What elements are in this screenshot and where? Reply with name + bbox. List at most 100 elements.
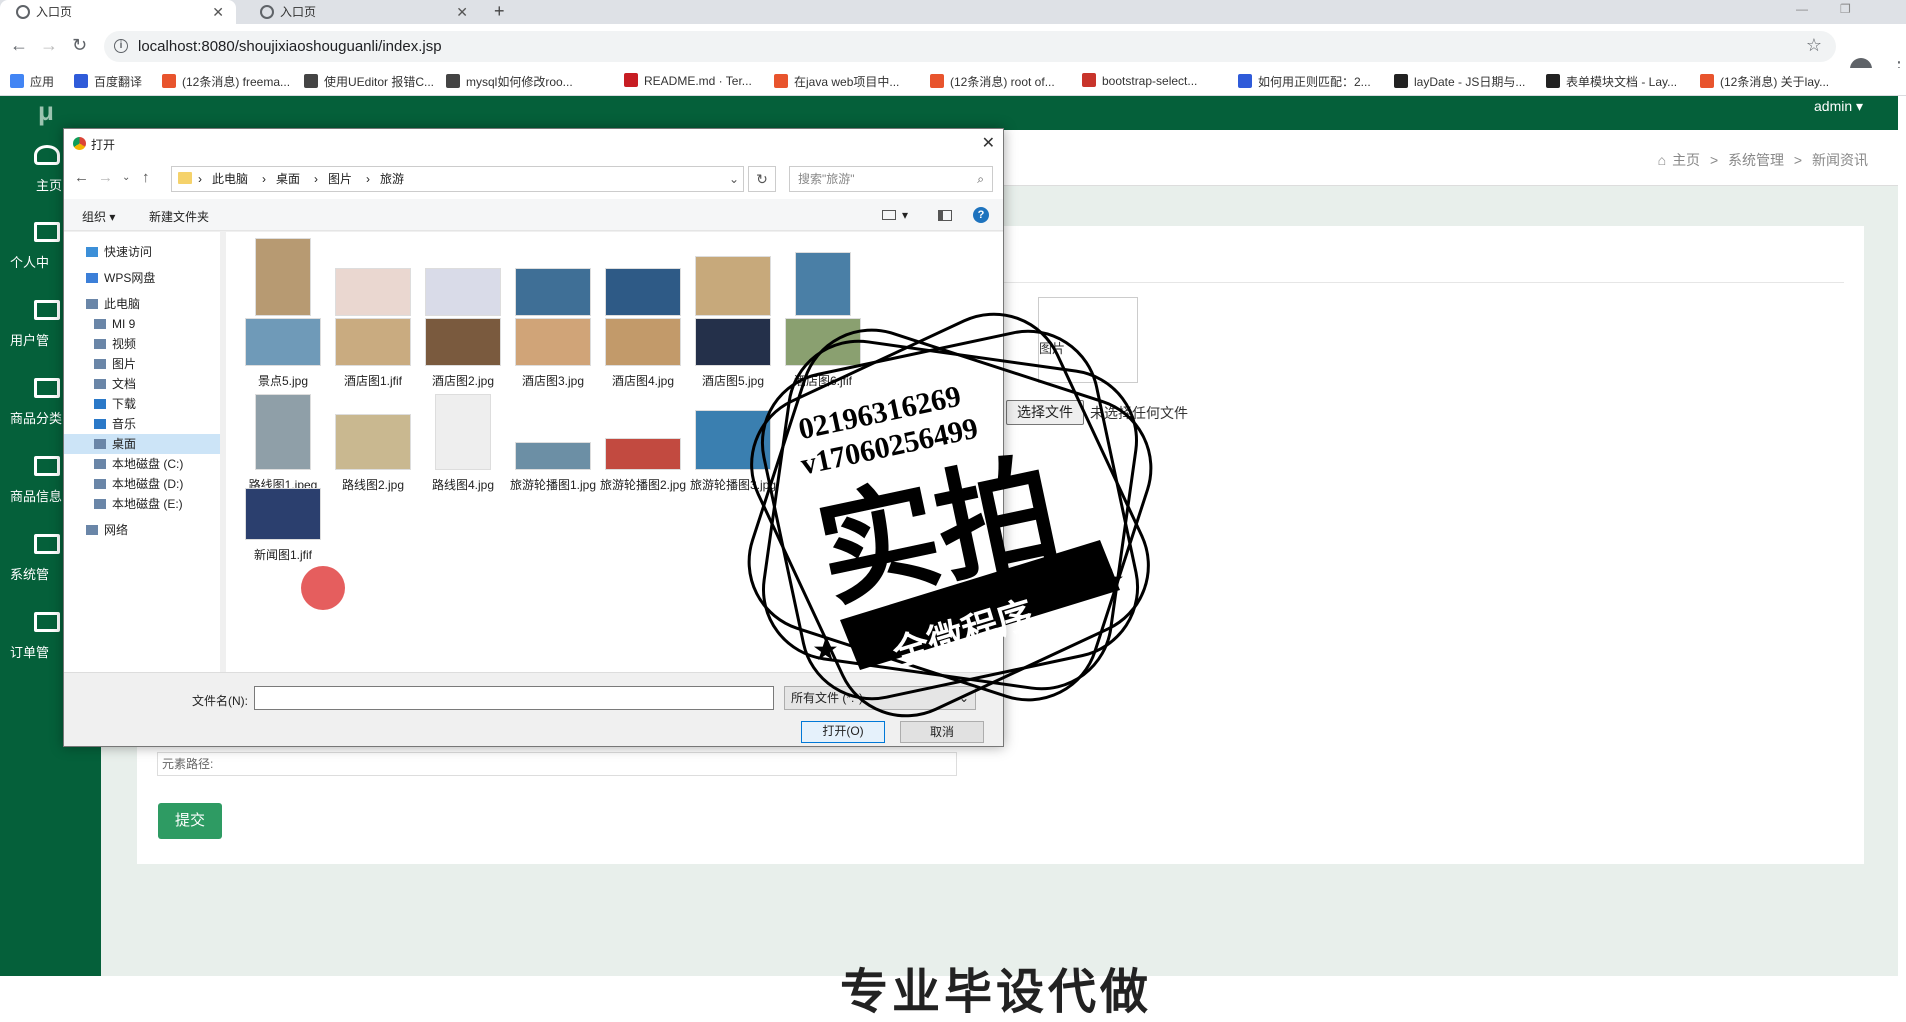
disk-icon <box>94 499 106 509</box>
bookmark-item[interactable]: mysql如何修改roo... <box>446 73 573 90</box>
address-bar[interactable]: i localhost:8080/shoujixiaoshouguanli/in… <box>104 31 1836 62</box>
search-placeholder: 搜索"旅游" <box>798 172 855 186</box>
dialog-path-bar[interactable]: › 此电脑 › 桌面 › 图片 › 旅游 ⌄ <box>171 166 744 192</box>
file-thumbnail <box>605 438 681 470</box>
file-name: 旅游轮播图2.jpg <box>599 478 687 492</box>
minimize-icon[interactable]: — <box>1796 2 1808 16</box>
file-item[interactable]: 旅游轮播图2.jpg <box>597 394 689 492</box>
star-icon <box>86 247 98 257</box>
recent-locations-icon[interactable]: ⌄ <box>122 172 130 183</box>
video-icon <box>94 339 106 349</box>
bookmark-item[interactable]: (12条消息) root of... <box>930 73 1055 90</box>
file-item[interactable]: 攻略图2.jpg <box>327 238 419 338</box>
forward-arrow-icon[interactable]: → <box>98 169 113 186</box>
bookmark-item[interactable]: 应用 <box>10 73 54 90</box>
computer-icon <box>86 299 98 309</box>
bookmark-item[interactable]: bootstrap-select... <box>1082 73 1197 88</box>
up-arrow-icon[interactable]: ↑ <box>142 169 150 186</box>
file-item[interactable]: 景点2.jfif <box>597 238 689 338</box>
chevron-right-icon: › <box>198 172 202 186</box>
reload-icon[interactable]: ↻ <box>72 34 87 56</box>
bookmark-item[interactable]: 百度翻译 <box>74 73 142 90</box>
bookmark-item[interactable]: 表单模块文档 - Lay... <box>1546 73 1677 90</box>
file-name: 新闻图1.jfif <box>253 548 312 562</box>
bookmark-item[interactable]: layDate - JS日期与... <box>1394 73 1525 90</box>
nav-item[interactable]: 本地磁盘 (D:) <box>64 474 220 494</box>
bookmark-favicon-icon <box>446 74 460 88</box>
preview-pane-icon[interactable] <box>938 210 952 221</box>
nav-item[interactable]: 本地磁盘 (E:) <box>64 494 220 514</box>
nav-item[interactable]: MI 9 <box>64 314 220 334</box>
submit-button[interactable]: 提交 <box>158 803 222 839</box>
browser-tab[interactable]: 入口页 ✕ <box>244 0 480 24</box>
file-name: 景点5.jpg <box>257 374 309 388</box>
filename-input[interactable] <box>254 686 774 710</box>
bookmark-label: bootstrap-select... <box>1102 74 1198 88</box>
back-arrow-icon[interactable]: ← <box>74 169 89 186</box>
new-folder-button[interactable]: 新建文件夹 <box>149 208 209 225</box>
bookmark-item[interactable]: (12条消息) freema... <box>162 73 290 90</box>
bookmark-item[interactable]: 使用UEditor 报错C... <box>304 73 434 90</box>
file-name: 旅游轮播图1.jpg <box>509 478 597 492</box>
file-item[interactable]: 路线图4.jpg <box>417 394 509 492</box>
refresh-icon[interactable]: ↻ <box>748 166 776 192</box>
dialog-search-input[interactable]: 搜索"旅游" ⌕ <box>789 166 993 192</box>
back-icon[interactable]: ← <box>10 34 28 56</box>
nav-item[interactable]: WPS网盘 <box>64 268 220 288</box>
close-tab-icon[interactable]: ✕ <box>212 0 224 24</box>
file-item[interactable]: 攻略图1.jfif <box>237 238 329 338</box>
file-item[interactable]: 新闻图1.jfif <box>237 488 329 568</box>
file-item[interactable]: 酒店图4.jpg <box>597 318 689 394</box>
forward-icon[interactable]: → <box>40 34 58 56</box>
breadcrumb-home[interactable]: 主页 <box>1672 152 1700 168</box>
path-segment[interactable]: 此电脑 <box>212 167 248 191</box>
footer-headline: 专业毕设代做 <box>840 966 1153 1019</box>
user-menu[interactable]: admin ▾ <box>1814 98 1863 115</box>
info-icon[interactable]: i <box>114 39 128 53</box>
bookmark-label: layDate - JS日期与... <box>1414 75 1526 89</box>
nav-label: 下载 <box>112 397 137 411</box>
help-icon[interactable]: ? <box>973 207 989 223</box>
bookmark-item[interactable]: README.md · Ter... <box>624 73 752 88</box>
nav-item[interactable]: 文档 <box>64 374 220 394</box>
nav-item[interactable]: 本地磁盘 (C:) <box>64 454 220 474</box>
nav-item[interactable]: 下载 <box>64 394 220 414</box>
chevron-down-icon[interactable]: ⌄ <box>729 167 739 191</box>
bookmark-star-icon[interactable]: ☆ <box>1806 35 1822 56</box>
file-item[interactable]: 酒店图1.jfif <box>327 318 419 394</box>
nav-item[interactable]: 视频 <box>64 334 220 354</box>
nav-item[interactable]: 网络 <box>64 520 220 540</box>
path-segment[interactable]: 旅游 <box>380 167 404 191</box>
nav-item[interactable]: 图片 <box>64 354 220 374</box>
bookmark-item[interactable]: (12条消息) 关于lay... <box>1700 73 1829 90</box>
file-item[interactable]: 景点5.jpg <box>237 318 329 394</box>
file-item[interactable]: 酒店图2.jpg <box>417 318 509 394</box>
file-item[interactable]: 路线图2.jpg <box>327 394 419 492</box>
path-segment[interactable]: 桌面 <box>276 167 300 191</box>
close-icon[interactable]: ✕ <box>982 133 995 153</box>
close-tab-icon[interactable]: ✕ <box>456 0 468 24</box>
file-name: 酒店图3.jpg <box>521 374 585 388</box>
nav-item[interactable]: 音乐 <box>64 414 220 434</box>
bookmark-item[interactable]: 在java web项目中... <box>774 73 899 90</box>
browser-tab-active[interactable]: 入口页 ✕ <box>0 0 236 24</box>
click-indicator <box>301 566 345 610</box>
file-item[interactable]: 路线图1.jpeg <box>237 394 329 492</box>
nav-item[interactable]: 此电脑 <box>64 294 220 314</box>
path-segment[interactable]: 图片 <box>328 167 352 191</box>
nav-item[interactable]: 桌面 <box>64 434 220 454</box>
file-item[interactable]: 酒店图3.jpg <box>507 318 599 394</box>
bookmark-item[interactable]: 如何用正则匹配：2... <box>1238 73 1371 90</box>
restore-icon[interactable]: ❐ <box>1840 2 1851 16</box>
view-options-icon[interactable] <box>882 210 896 220</box>
nav-item[interactable]: 快速访问 <box>64 242 220 262</box>
bookmark-favicon-icon <box>774 74 788 88</box>
breadcrumb-system[interactable]: 系统管理 <box>1728 152 1784 168</box>
file-item[interactable]: 旅游轮播图1.jpg <box>507 394 599 492</box>
chevron-down-icon[interactable]: ▾ <box>902 208 908 222</box>
organize-menu[interactable]: 组织 ▾ <box>82 208 115 225</box>
file-item[interactable]: 攻略图3.jpg <box>417 238 509 338</box>
new-tab-button[interactable]: + <box>494 0 505 22</box>
bookmark-favicon-icon <box>1546 74 1560 88</box>
file-item[interactable]: 景点1.jpg <box>507 238 599 338</box>
